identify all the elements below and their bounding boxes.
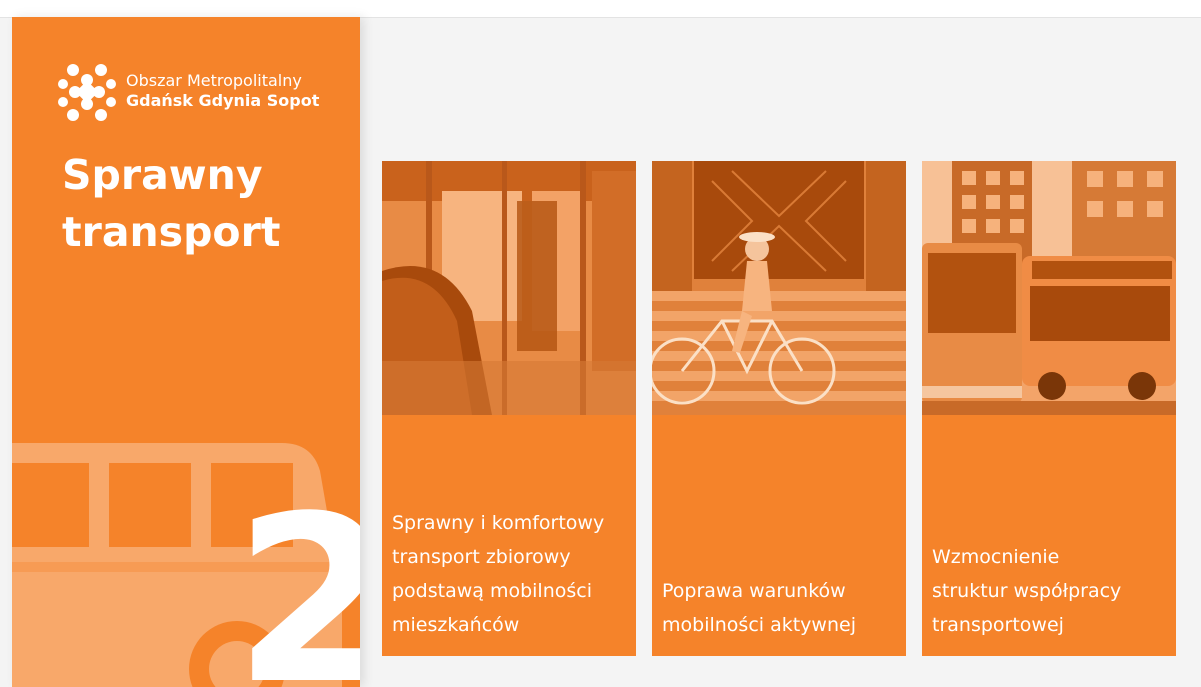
page-title-line-2: transport — [62, 208, 281, 256]
card-transport-cooperation[interactable]: Wzmocnienie struktur współpracy transpor… — [922, 161, 1176, 656]
bus-interior-photo — [382, 161, 636, 415]
page-title: Sprawny transport — [62, 147, 342, 261]
city-buses-photo — [922, 161, 1176, 415]
card-label: Sprawny i komfortowy transport zbiorowy … — [392, 506, 628, 642]
section-number: 2 — [234, 468, 360, 687]
top-bar — [0, 0, 1201, 18]
cyclist-photo — [652, 161, 906, 415]
card-label-line: transportowej — [932, 614, 1064, 636]
card-label-line: Poprawa warunków — [662, 580, 846, 602]
card-label-line: transport zbiorowy — [392, 546, 571, 568]
page: Obszar Metropolitalny Gdańsk Gdynia Sopo… — [0, 0, 1201, 687]
card-label-line: Sprawny i komfortowy — [392, 512, 605, 534]
logo-text: Obszar Metropolitalny Gdańsk Gdynia Sopo… — [126, 71, 319, 111]
card-public-transport[interactable]: Sprawny i komfortowy transport zbiorowy … — [382, 161, 636, 656]
card-label: Poprawa warunków mobilności aktywnej — [662, 574, 898, 642]
card-label-line: Wzmocnienie — [932, 546, 1060, 568]
logo-line-2: Gdańsk Gdynia Sopot — [126, 91, 320, 110]
page-title-line-1: Sprawny — [62, 151, 263, 199]
card-active-mobility[interactable]: Poprawa warunków mobilności aktywnej — [652, 161, 906, 656]
card-label-line: mieszkańców — [392, 614, 520, 636]
logo-line-1: Obszar Metropolitalny — [126, 71, 302, 90]
card-label-line: podstawą mobilności — [392, 580, 593, 602]
card-label-line: struktur współpracy — [932, 580, 1122, 602]
card-label-line: mobilności aktywnej — [662, 614, 856, 636]
sidebar-panel: Obszar Metropolitalny Gdańsk Gdynia Sopo… — [12, 17, 360, 687]
metropolitan-area-logo-icon — [58, 64, 116, 121]
card-label: Wzmocnienie struktur współpracy transpor… — [932, 540, 1168, 642]
